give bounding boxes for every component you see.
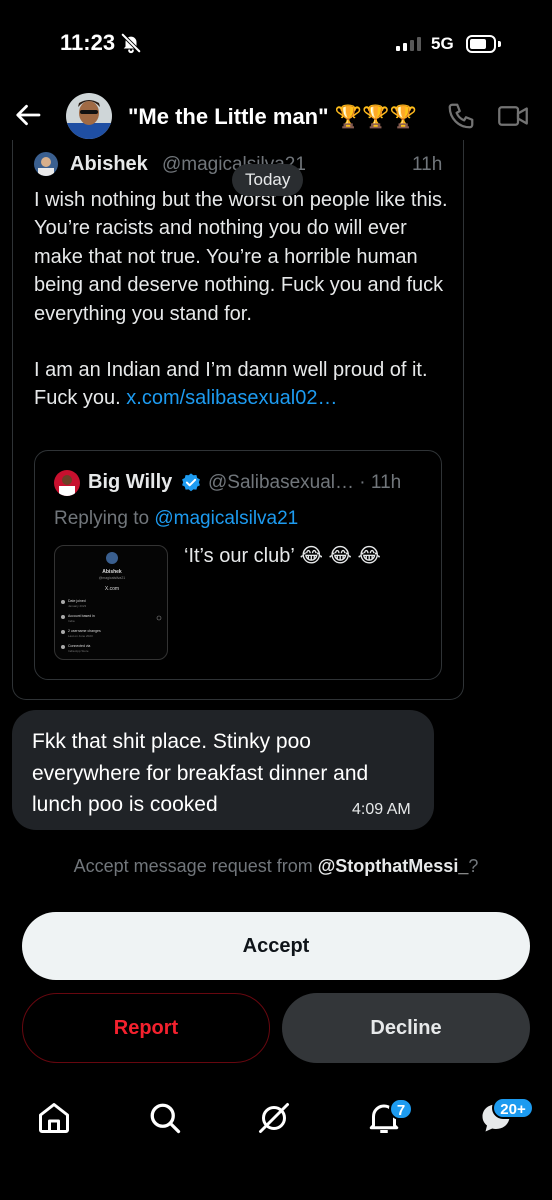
- quoted-image[interactable]: Abishek @magicalsilva21 X.com Date joine…: [54, 545, 168, 660]
- post-author-name: Abishek: [70, 153, 148, 175]
- notifications-badge: 7: [389, 1098, 413, 1120]
- thumb-row-label: 2 username changes: [68, 629, 101, 633]
- bell-off-icon: [120, 32, 142, 54]
- thumb-handle: @magicalsilva21: [99, 576, 126, 580]
- post-body: I wish nothing but the worst on people l…: [34, 186, 454, 413]
- thumb-row-value: Last on June 2023: [68, 634, 93, 638]
- request-handle[interactable]: @StopthatMessi_: [318, 856, 469, 876]
- conversation-avatar[interactable]: [66, 93, 112, 139]
- home-icon[interactable]: [36, 1100, 72, 1136]
- grok-icon[interactable]: [256, 1100, 292, 1136]
- battery-tip: [498, 41, 501, 47]
- thumb-row-value: India App Store: [68, 649, 89, 653]
- quoted-author-meta: @Salibasexual… · 11h: [208, 472, 402, 493]
- back-arrow-icon[interactable]: [14, 100, 44, 130]
- thumb-row-label: Account based in: [68, 614, 95, 618]
- verified-badge-icon: [182, 473, 200, 492]
- network-type: 5G: [431, 34, 454, 53]
- post-link[interactable]: x.com/salibasexual02…: [126, 387, 337, 409]
- messages-badge: 20+: [492, 1097, 534, 1119]
- quoted-post-text: ‘It’s our club’ 😂 😂 😂: [184, 545, 381, 567]
- decline-button[interactable]: Decline: [282, 993, 530, 1063]
- post-author-avatar: [34, 152, 58, 176]
- thumb-row-value: India: [68, 619, 75, 623]
- quoted-author-name: Big Willy: [88, 471, 173, 493]
- status-time: 11:23: [60, 30, 116, 55]
- thumb-site: X.com: [105, 586, 119, 592]
- thumb-row-label: Date joined: [68, 599, 86, 603]
- message-time: 4:09 AM: [352, 801, 411, 818]
- date-separator: Today: [232, 164, 304, 196]
- post-time: 11h: [412, 154, 443, 175]
- replying-to: Replying to @magicalsilva21: [54, 508, 299, 529]
- battery-icon: [466, 35, 496, 53]
- report-button[interactable]: Report: [22, 993, 270, 1063]
- search-icon[interactable]: [147, 1100, 183, 1136]
- phone-icon[interactable]: [446, 101, 476, 131]
- thumb-row-label: Connected via: [68, 644, 90, 648]
- conversation-title[interactable]: "Me the Little man" 🏆🏆🏆: [128, 104, 417, 130]
- accept-button[interactable]: Accept: [22, 912, 530, 980]
- replying-to-handle[interactable]: @magicalsilva21: [154, 508, 298, 529]
- thumb-row-value: January 2023: [68, 604, 87, 608]
- signal-icon: [396, 37, 421, 51]
- post-paragraph: I wish nothing but the worst on people l…: [34, 189, 448, 325]
- video-call-icon[interactable]: [496, 101, 530, 131]
- quoted-author-avatar: [54, 470, 80, 496]
- thumb-name: Abishek: [102, 569, 122, 575]
- message-request-prompt: Accept message request from @StopthatMes…: [73, 856, 479, 876]
- post-paragraph: I am an Indian and I’m damn well proud o…: [34, 359, 428, 410]
